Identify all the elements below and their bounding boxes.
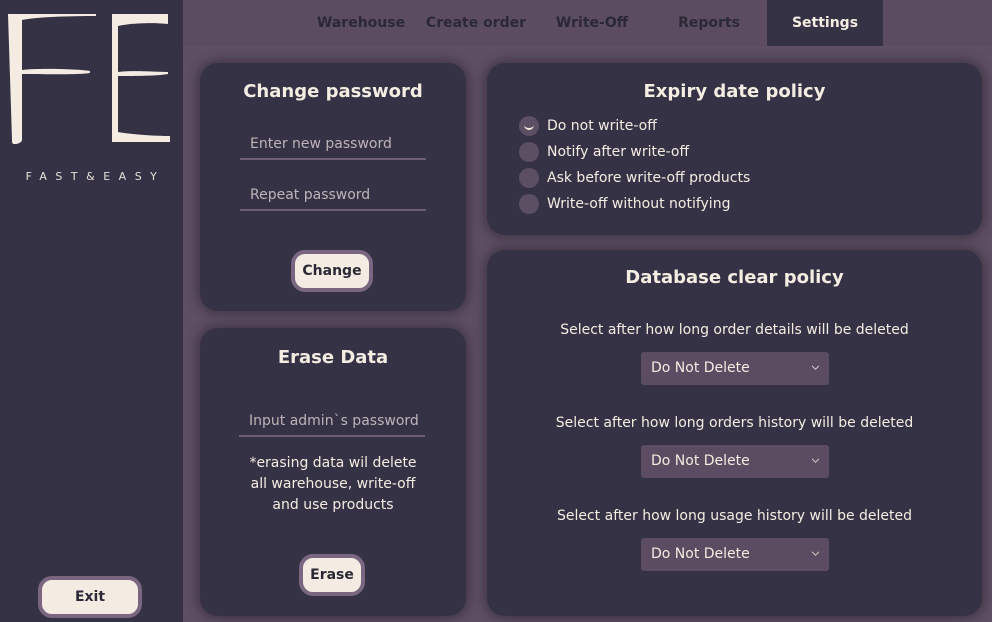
order-details-label: Select after how long order details will… (560, 322, 909, 338)
chevron-down-icon (812, 458, 819, 463)
usage-history-select[interactable]: Do Not Delete (641, 538, 829, 571)
repeat-password-input[interactable]: Repeat password (240, 183, 426, 211)
radio-do-not-write-off[interactable]: Do not write-off (519, 115, 657, 137)
exit-button[interactable]: Exit (38, 576, 142, 618)
change-button[interactable]: Change (291, 250, 373, 292)
erase-data-title: Erase Data (277, 347, 389, 368)
erase-note-line-1: *erasing data wil delete (249, 455, 417, 471)
tab-create-order[interactable]: Create order (421, 0, 531, 46)
expiry-policy-card: Expiry date policy Do not write-off Noti… (487, 63, 982, 235)
radio-button[interactable] (519, 142, 539, 162)
radio-notify-after[interactable]: Notify after write-off (519, 141, 689, 163)
select-value: Do Not Delete (651, 453, 750, 469)
radio-button-checked[interactable] (519, 116, 539, 136)
order-details-select[interactable]: Do Not Delete (641, 352, 829, 385)
expiry-policy-title: Expiry date policy (643, 81, 826, 102)
orders-history-select[interactable]: Do Not Delete (641, 445, 829, 478)
usage-history-label: Select after how long usage history will… (556, 508, 913, 524)
change-password-title: Change password (243, 81, 423, 102)
radio-label: Notify after write-off (547, 144, 690, 160)
orders-history-label: Select after how long orders history wil… (555, 415, 914, 431)
database-clear-card: Database clear policy Select after how l… (487, 250, 982, 616)
erase-note-line-3: and use products (272, 497, 394, 513)
radio-label: Do not write-off (547, 118, 657, 134)
fast-easy-logo (8, 14, 170, 144)
tab-warehouse[interactable]: Warehouse (305, 0, 417, 46)
admin-password-input[interactable]: Input admin`s password (239, 409, 425, 437)
tab-write-off[interactable]: Write-Off (535, 0, 649, 46)
chevron-down-icon (812, 551, 819, 556)
top-nav: Warehouse Create order Write-Off Reports… (183, 0, 992, 46)
radio-ask-before[interactable]: Ask before write-off products (519, 167, 750, 189)
radio-without-notifying[interactable]: Write-off without notifying (519, 193, 730, 215)
radio-button[interactable] (519, 168, 539, 188)
brand-text: FAST&EASY (25, 170, 166, 183)
tab-settings[interactable]: Settings (767, 0, 883, 46)
new-password-input[interactable]: Enter new password (240, 132, 426, 160)
tab-reports[interactable]: Reports (653, 0, 765, 46)
database-clear-title: Database clear policy (625, 267, 844, 288)
erase-data-card: Erase Data Input admin`s password *erasi… (200, 328, 466, 616)
change-password-card: Change password Enter new password Repea… (200, 63, 466, 311)
radio-button[interactable] (519, 194, 539, 214)
radio-label: Write-off without notifying (547, 196, 731, 212)
select-value: Do Not Delete (651, 546, 750, 562)
radio-label: Ask before write-off products (547, 170, 751, 186)
sidebar: FAST&EASY Exit (0, 0, 183, 622)
erase-note-line-2: all warehouse, write-off (250, 476, 416, 492)
erase-button[interactable]: Erase (299, 554, 365, 596)
chevron-down-icon (812, 365, 819, 370)
select-value: Do Not Delete (651, 360, 750, 376)
